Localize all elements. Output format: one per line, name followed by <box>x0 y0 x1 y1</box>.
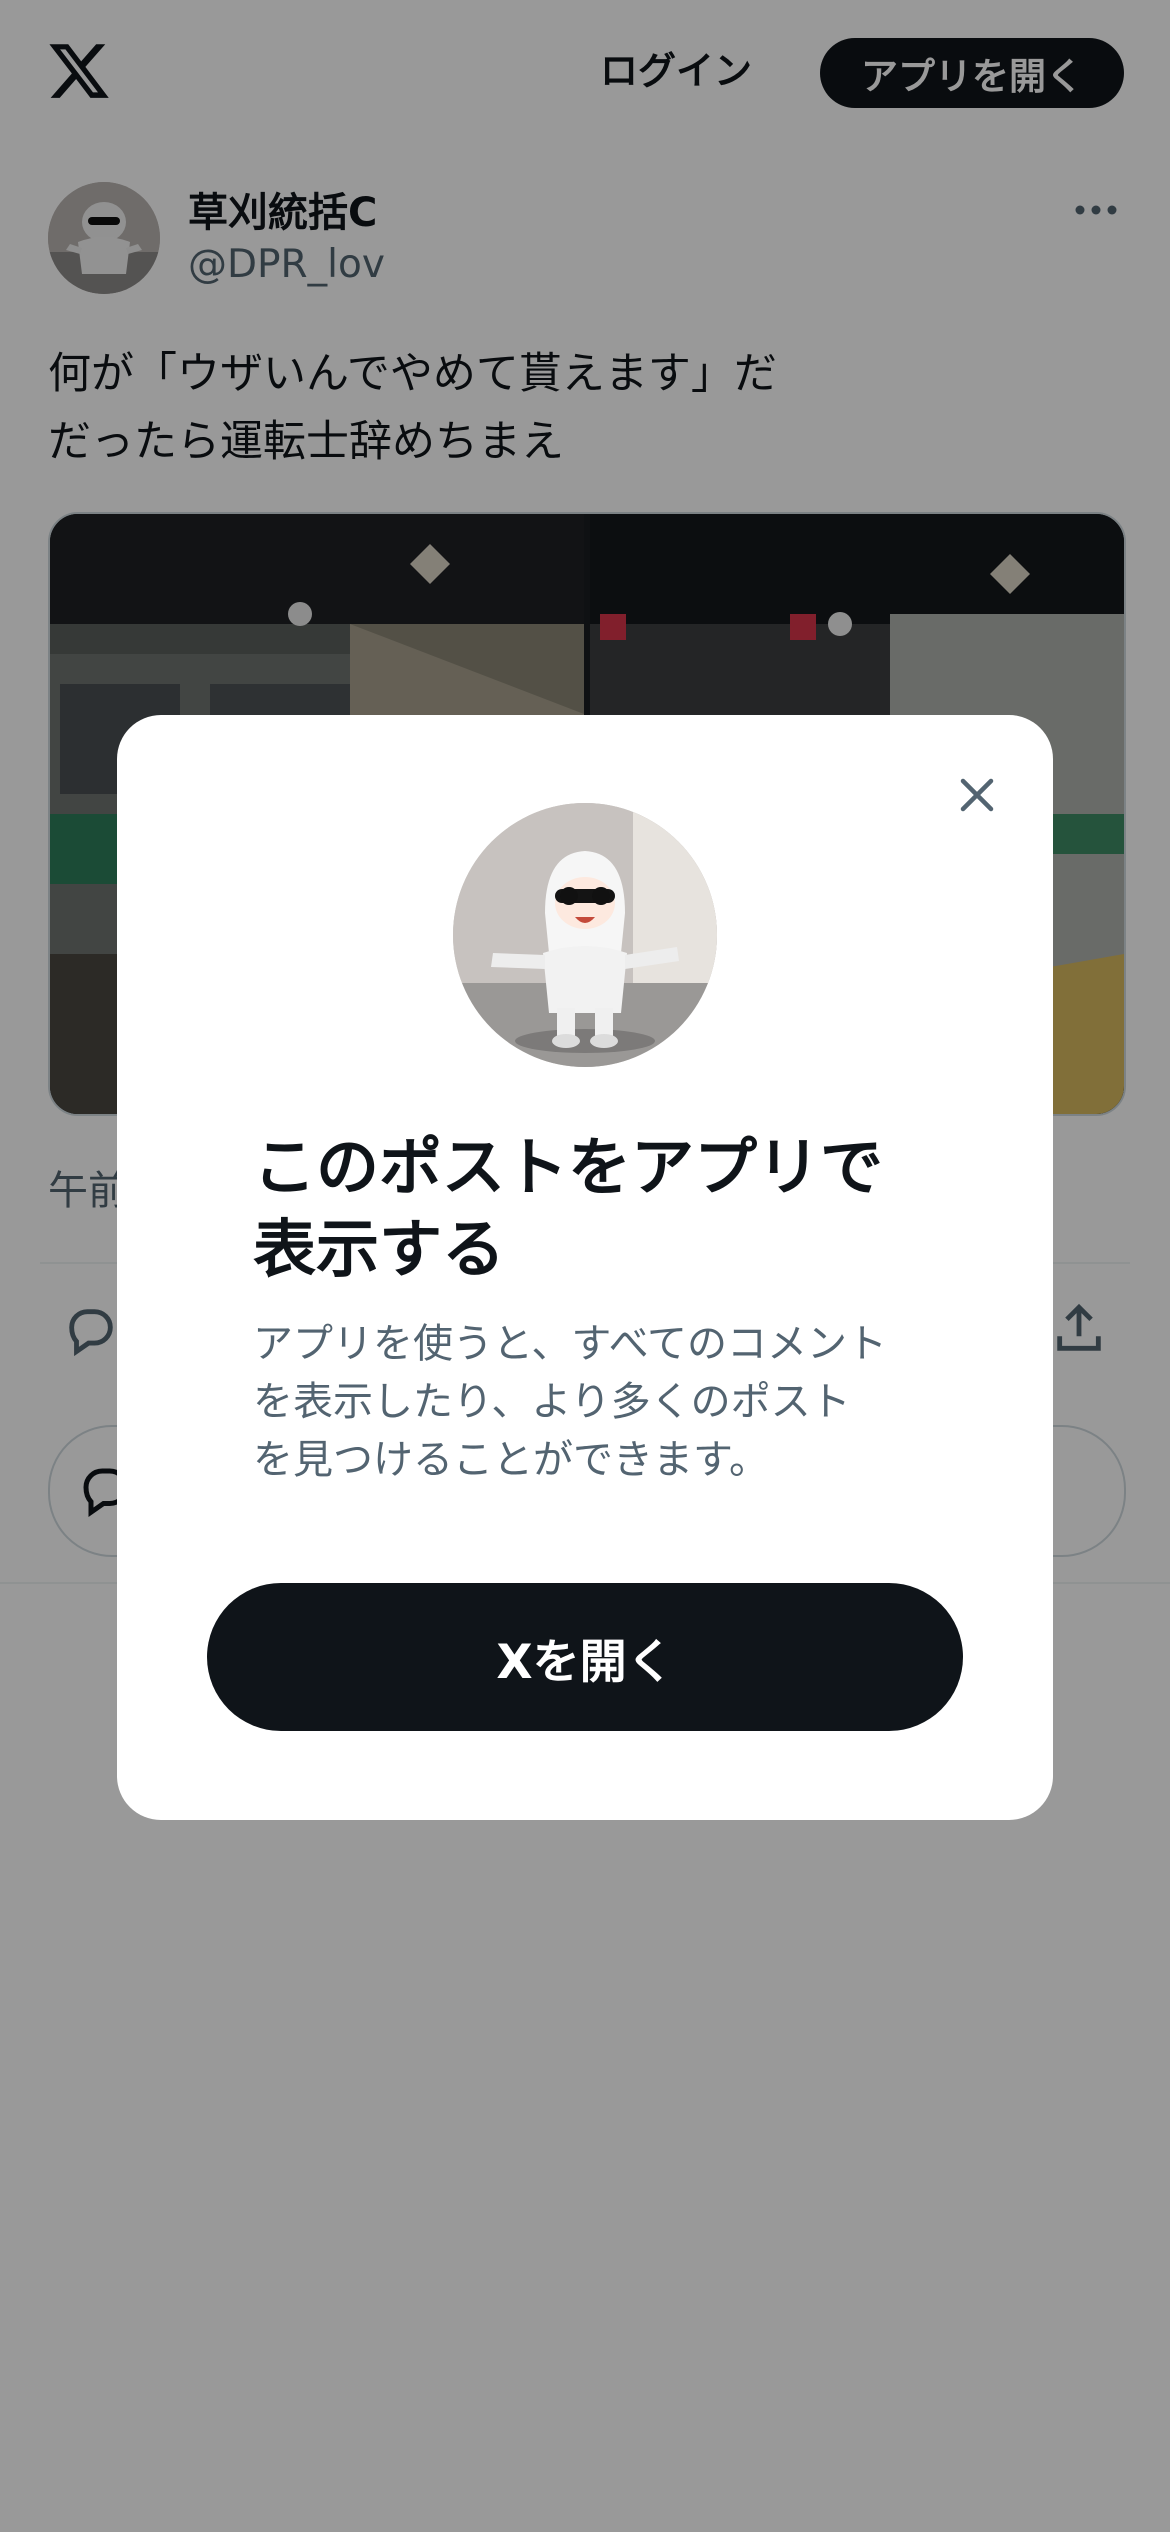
page: ログイン アプリを開く 草刈統括C @DPR_lov 何が「ウザいんでやめて貰え… <box>0 0 1170 2532</box>
modal-description-line: を表示したり、より多くのポスト <box>253 1379 851 1425</box>
avatar-image <box>453 803 717 1067</box>
open-x-button[interactable]: Xを開く <box>207 1583 963 1731</box>
modal-description-line: アプリを使うと、すべてのコメント <box>253 1321 887 1367</box>
modal-title: このポストをアプリで 表示する <box>253 1127 953 1291</box>
modal-title-line: このポストをアプリで <box>253 1131 883 1204</box>
modal-avatar <box>453 803 717 1067</box>
modal-description-line: を見つけることができます。 <box>253 1437 769 1483</box>
open-in-app-modal: このポストをアプリで 表示する アプリを使うと、すべてのコメント を表示したり、… <box>117 715 1053 1820</box>
modal-description: アプリを使うと、すべてのコメント を表示したり、より多くのポスト を見つけること… <box>253 1315 933 1489</box>
modal-title-line: 表示する <box>253 1213 505 1286</box>
close-icon[interactable] <box>947 765 1007 825</box>
